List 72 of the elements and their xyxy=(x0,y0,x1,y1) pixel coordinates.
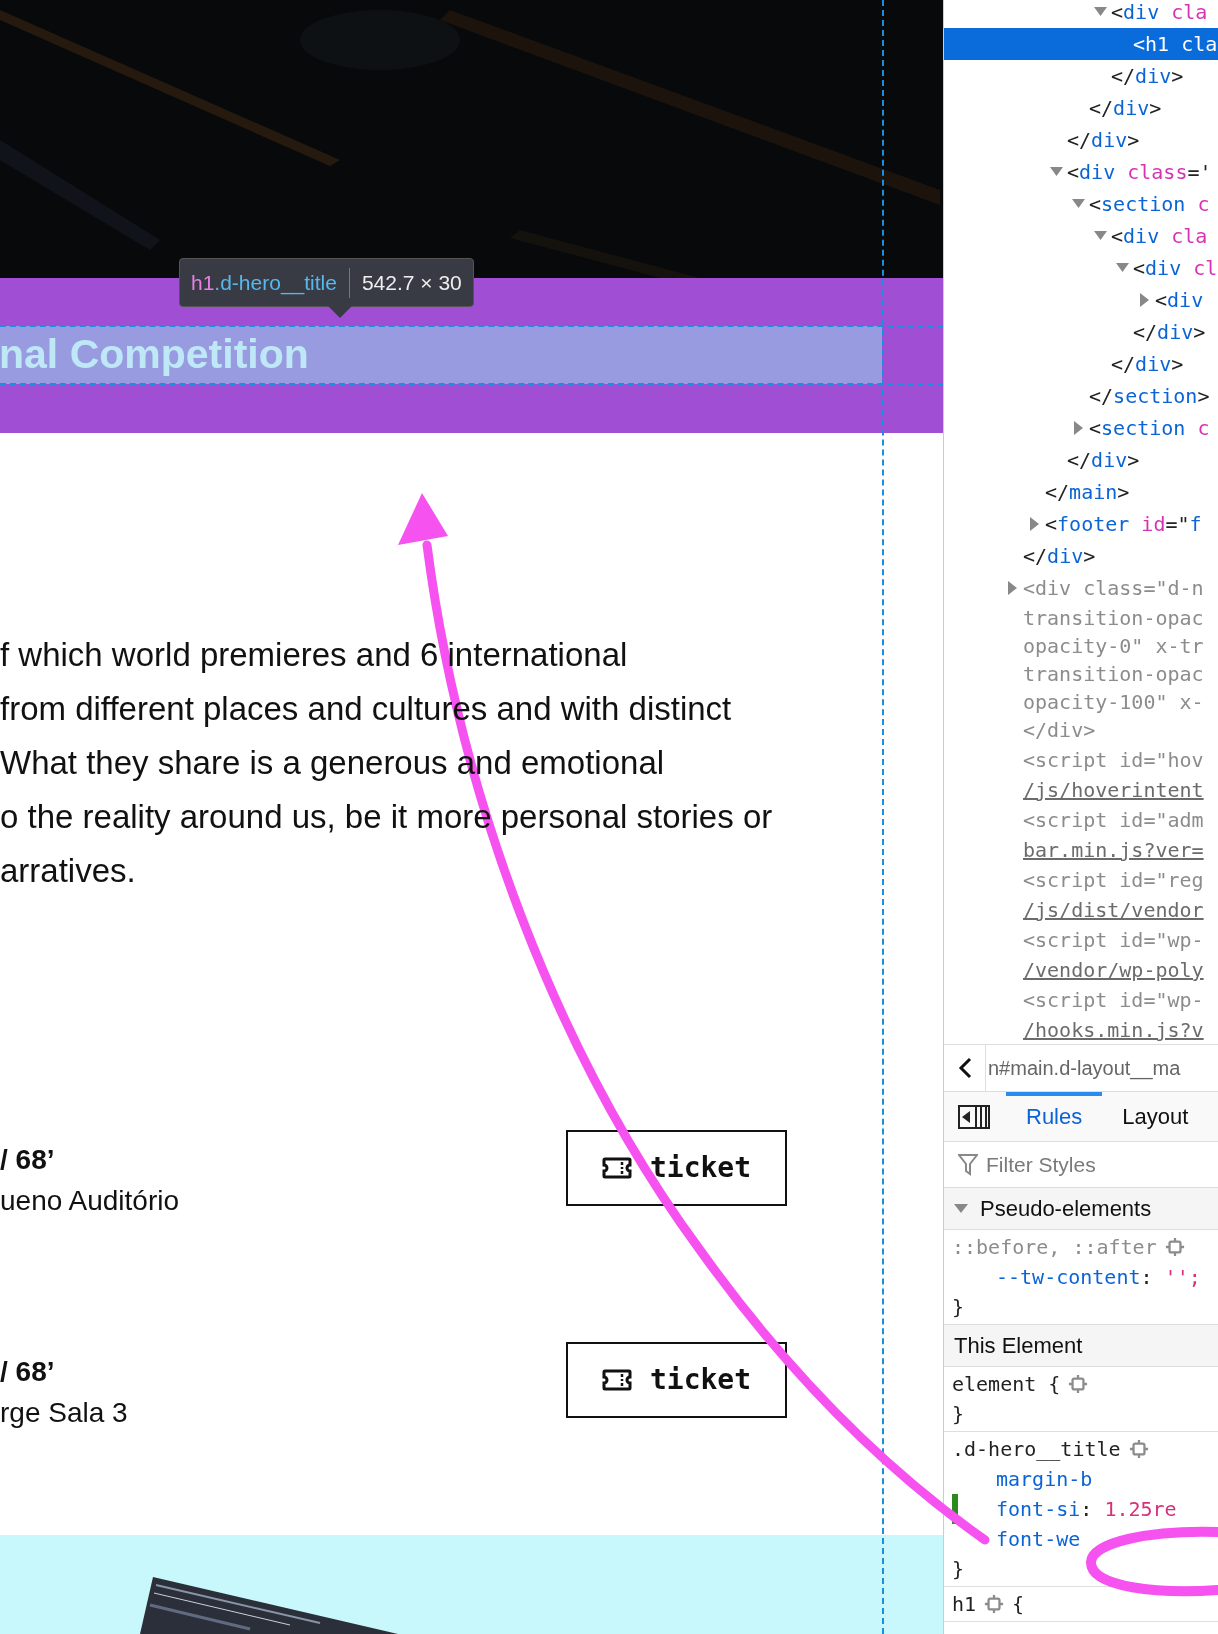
section-header[interactable]: Pseudo-elements xyxy=(944,1188,1218,1230)
markup-line[interactable]: /vendor/wp-poly xyxy=(944,956,1218,984)
ticket-icon xyxy=(601,1369,632,1391)
markup-line[interactable]: </div> xyxy=(944,444,1218,476)
markup-line[interactable]: /hooks.min.js?v xyxy=(944,1016,1218,1044)
collapsed-triangle-icon[interactable] xyxy=(1030,517,1040,531)
markup-line[interactable]: </div> xyxy=(944,316,1218,348)
css-declaration[interactable]: font-we xyxy=(952,1524,1218,1554)
markup-line[interactable]: </section> xyxy=(944,380,1218,412)
collapsed-triangle-icon[interactable] xyxy=(1008,581,1018,595)
node-target-icon[interactable] xyxy=(1068,1374,1089,1394)
markup-line[interactable]: /js/dist/vendor xyxy=(944,896,1218,924)
filter-field[interactable]: Filter Styles xyxy=(986,1148,1186,1181)
expanded-triangle-icon[interactable] xyxy=(954,1203,968,1214)
screening-venue: rge Sala 3 xyxy=(0,1396,128,1430)
markup-line[interactable]: <div cla xyxy=(944,0,1218,28)
css-declaration[interactable]: --tw-content: ''; xyxy=(952,1262,1218,1292)
expanded-triangle-icon[interactable] xyxy=(1116,263,1129,273)
collapsed-triangle-icon[interactable] xyxy=(1140,293,1150,307)
breadcrumb[interactable]: n#main.d-layout__ma xyxy=(986,1053,1181,1083)
section-title: Pseudo-elements xyxy=(980,1195,1152,1223)
markup-line[interactable]: <section c xyxy=(944,188,1218,220)
collapsed-triangle-icon[interactable] xyxy=(1074,421,1084,435)
markup-line[interactable]: </div> xyxy=(944,348,1218,380)
expanded-triangle-icon[interactable] xyxy=(1094,231,1107,241)
chevron-left-icon xyxy=(957,1057,972,1079)
markup-line[interactable]: <div cl xyxy=(944,252,1218,284)
markup-line[interactable]: <section c xyxy=(944,412,1218,444)
expanded-triangle-icon[interactable] xyxy=(1072,199,1085,209)
paragraph-line: arratives. xyxy=(0,851,137,891)
panel-tab[interactable]: Rules xyxy=(1006,1092,1103,1141)
markup-line[interactable]: <div cla xyxy=(944,220,1218,252)
tooltip-selector: h1.d-hero__title xyxy=(191,269,337,297)
paragraph-line: f which world premieres and 6 international xyxy=(0,635,629,675)
markup-line[interactable]: </main> xyxy=(944,476,1218,508)
rule-selector: .d-hero__title xyxy=(952,1436,1121,1463)
markup-line[interactable]: </div> xyxy=(944,124,1218,156)
rule-brace: } xyxy=(952,1557,965,1581)
markup-line[interactable]: <div xyxy=(944,284,1218,316)
hero-title: nal Competition xyxy=(0,330,309,380)
rule-brace: } xyxy=(952,1295,965,1319)
screening-time: / 68’ xyxy=(0,1355,56,1389)
markup-line[interactable]: </div> xyxy=(944,540,1218,572)
rule-brace: { xyxy=(1012,1591,1025,1618)
panel-tab[interactable]: Layout xyxy=(1102,1092,1209,1141)
screening-time: / 68’ xyxy=(0,1143,56,1177)
markup-line[interactable]: </div> xyxy=(944,92,1218,124)
ticket-button[interactable]: ticket xyxy=(566,1342,787,1418)
expanded-triangle-icon[interactable] xyxy=(1094,7,1107,17)
rule-selector: h1 xyxy=(952,1591,977,1618)
ticket-icon xyxy=(601,1157,632,1179)
markup-line[interactable]: </div> xyxy=(944,60,1218,92)
markup-line[interactable]: /js/hoverintent xyxy=(944,776,1218,804)
css-declaration[interactable]: font-si: 1.25re xyxy=(952,1494,1218,1524)
markup-line[interactable]: bar.min.js?ver= xyxy=(944,836,1218,864)
filter-icon xyxy=(958,1153,978,1176)
rule-brace: } xyxy=(952,1402,965,1426)
tooltip-size: 542.7 × 30 xyxy=(361,269,462,296)
section-title: This Element xyxy=(954,1332,1083,1360)
rule-selector: ::before, ::after xyxy=(952,1234,1157,1261)
node-target-icon[interactable] xyxy=(984,1594,1005,1614)
screening-venue: ueno Auditório xyxy=(0,1184,180,1218)
css-declaration[interactable]: margin-b xyxy=(952,1464,1218,1494)
node-target-icon[interactable] xyxy=(1128,1439,1149,1459)
sidebar-toggle-icon[interactable] xyxy=(958,1104,990,1129)
expanded-triangle-icon[interactable] xyxy=(1050,167,1063,177)
node-target-icon[interactable] xyxy=(1164,1237,1185,1257)
ticket-button[interactable]: ticket xyxy=(566,1130,787,1206)
markup-line[interactable]: <footer id="f xyxy=(944,508,1218,540)
markup-line[interactable]: <div class=' xyxy=(944,156,1218,188)
section-header[interactable]: This Element xyxy=(944,1325,1218,1367)
rule-selector: element { xyxy=(952,1371,1061,1398)
